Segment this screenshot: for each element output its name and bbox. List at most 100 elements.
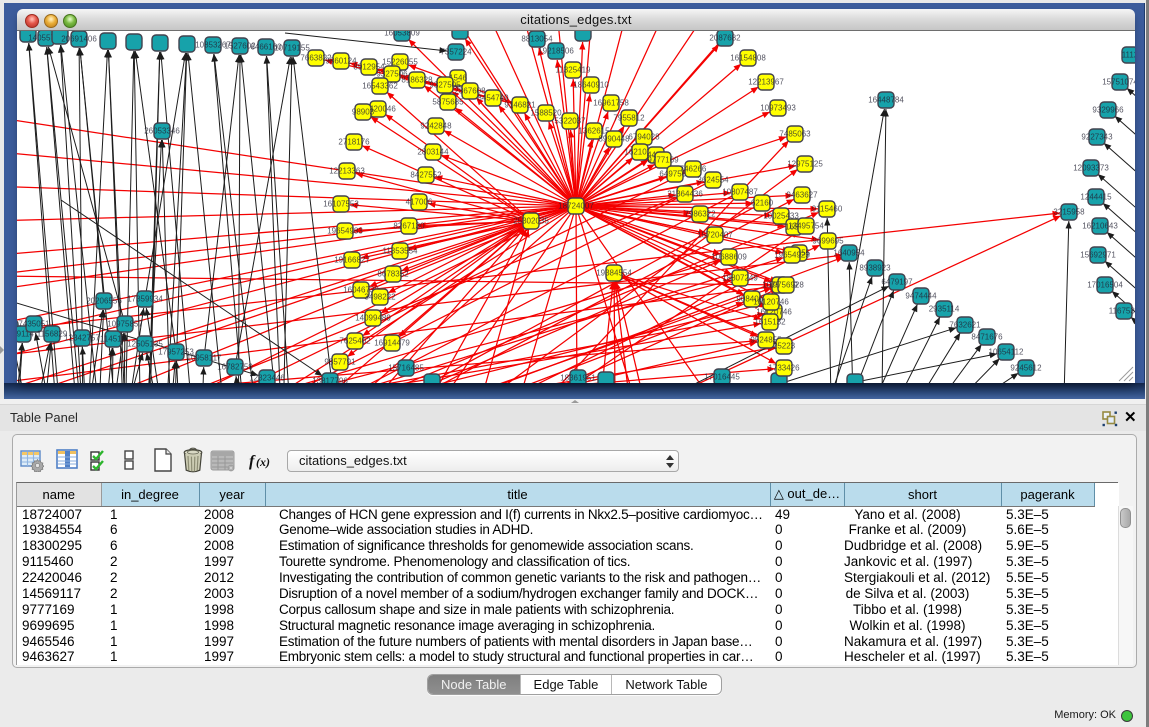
svg-text:5322037: 5322037 bbox=[554, 117, 586, 126]
svg-text:2087682: 2087682 bbox=[709, 34, 741, 43]
svg-text:9227343: 9227343 bbox=[1081, 133, 1113, 142]
svg-text:12213363: 12213363 bbox=[329, 167, 365, 176]
svg-text:7986322: 7986322 bbox=[684, 210, 716, 219]
svg-text:7485063: 7485063 bbox=[779, 130, 811, 139]
svg-text:15226055: 15226055 bbox=[382, 58, 418, 67]
svg-text:9860124: 9860124 bbox=[325, 57, 357, 66]
svg-text:21364436: 21364436 bbox=[667, 190, 703, 199]
svg-text:19756928: 19756928 bbox=[768, 281, 804, 290]
svg-text:9699695: 9699695 bbox=[812, 237, 844, 246]
svg-text:8427552: 8427552 bbox=[410, 171, 442, 180]
svg-text:8938923: 8938923 bbox=[859, 264, 891, 273]
svg-text:20691406: 20691406 bbox=[61, 35, 97, 44]
svg-text:13495754: 13495754 bbox=[788, 222, 824, 231]
svg-text:16961758: 16961758 bbox=[593, 99, 629, 108]
svg-text:2803144: 2803144 bbox=[417, 148, 449, 157]
svg-text:16448784: 16448784 bbox=[868, 96, 904, 105]
svg-text:1156829: 1156829 bbox=[37, 330, 68, 339]
svg-text:12342757: 12342757 bbox=[64, 334, 100, 343]
svg-text:1640954: 1640954 bbox=[833, 249, 865, 258]
svg-text:8813054: 8813054 bbox=[521, 35, 553, 44]
svg-text:10654112: 10654112 bbox=[989, 348, 1025, 357]
svg-text:15720407: 15720407 bbox=[697, 231, 733, 240]
svg-text:16914479: 16914479 bbox=[374, 339, 410, 348]
svg-text:16210643: 16210643 bbox=[1082, 222, 1118, 231]
svg-text:20206556: 20206556 bbox=[86, 297, 122, 306]
svg-text:16782759: 16782759 bbox=[217, 363, 253, 372]
svg-text:3624554: 3624554 bbox=[697, 176, 729, 185]
svg-text:9329966: 9329966 bbox=[1092, 106, 1124, 115]
svg-text:7625402: 7625402 bbox=[339, 337, 371, 346]
svg-text:417006: 417006 bbox=[406, 198, 433, 207]
svg-text:18724007: 18724007 bbox=[558, 202, 594, 211]
svg-text:114519: 114519 bbox=[100, 335, 127, 344]
svg-text:8990448: 8990448 bbox=[598, 135, 630, 144]
svg-text:9777169: 9777169 bbox=[647, 156, 679, 165]
svg-text:1112: 1112 bbox=[1122, 51, 1135, 60]
svg-text:18807249: 18807249 bbox=[722, 274, 758, 283]
svg-text:15751074: 15751074 bbox=[1102, 78, 1135, 87]
svg-text:10719155: 10719155 bbox=[274, 44, 310, 53]
svg-text:3498222: 3498222 bbox=[364, 293, 396, 302]
svg-text:11325419: 11325419 bbox=[556, 66, 592, 75]
svg-text:7632621: 7632621 bbox=[949, 321, 981, 330]
svg-text:1244415: 1244415 bbox=[1080, 193, 1112, 202]
svg-text:62160: 62160 bbox=[751, 199, 774, 208]
svg-text:9857791: 9857791 bbox=[324, 358, 356, 367]
svg-text:19384554: 19384554 bbox=[596, 269, 632, 278]
svg-text:7955812: 7955812 bbox=[613, 114, 645, 123]
svg-text:9474444: 9474444 bbox=[905, 292, 937, 301]
svg-text:2935114: 2935114 bbox=[929, 305, 960, 314]
svg-text:10973493: 10973493 bbox=[760, 104, 796, 113]
svg-text:26053346: 26053346 bbox=[144, 127, 180, 136]
svg-text:5875685: 5875685 bbox=[432, 98, 464, 107]
svg-text:17016504: 17016504 bbox=[1087, 281, 1123, 290]
svg-text:1167533: 1167533 bbox=[1109, 307, 1135, 316]
svg-text:2718176: 2718176 bbox=[338, 138, 370, 147]
svg-text:19654923: 19654923 bbox=[774, 251, 810, 260]
svg-text:14099489: 14099489 bbox=[355, 314, 391, 323]
svg-text:12093373: 12093373 bbox=[1073, 164, 1109, 173]
svg-text:15716485: 15716485 bbox=[388, 364, 424, 373]
svg-text:f: f bbox=[249, 453, 256, 470]
svg-text:16543362: 16543362 bbox=[362, 82, 398, 91]
svg-text:11353554: 11353554 bbox=[383, 247, 419, 256]
svg-text:10807487: 10807487 bbox=[722, 188, 758, 197]
svg-text:16107553: 16107553 bbox=[323, 200, 359, 209]
svg-text:12213967: 12213967 bbox=[748, 78, 784, 87]
svg-text:16154808: 16154808 bbox=[730, 54, 766, 63]
svg-text:8267130: 8267130 bbox=[393, 222, 425, 231]
svg-text:15692971: 15692971 bbox=[1080, 251, 1116, 260]
svg-text:(x): (x) bbox=[256, 455, 270, 469]
svg-text:16053809: 16053809 bbox=[384, 31, 420, 38]
svg-text:8678352: 8678352 bbox=[377, 270, 409, 279]
svg-text:1733426: 1733426 bbox=[768, 364, 800, 373]
svg-text:9463627: 9463627 bbox=[786, 191, 818, 200]
svg-text:9245612: 9245612 bbox=[1010, 364, 1042, 373]
svg-text:10958117: 10958117 bbox=[187, 354, 223, 363]
svg-text:6794028: 6794028 bbox=[628, 133, 660, 142]
svg-text:6479197: 6479197 bbox=[881, 278, 913, 287]
svg-text:746266: 746266 bbox=[680, 165, 707, 174]
svg-text:12975125: 12975125 bbox=[787, 160, 823, 169]
svg-text:3215958: 3215958 bbox=[1053, 208, 1085, 217]
svg-text:8471676: 8471676 bbox=[971, 333, 1003, 342]
svg-text:19166827: 19166827 bbox=[334, 256, 370, 265]
svg-text:98903: 98903 bbox=[352, 108, 375, 117]
svg-text:7357224: 7357224 bbox=[440, 48, 472, 57]
svg-text:13817796: 13817796 bbox=[312, 377, 348, 383]
svg-text:25223: 25223 bbox=[773, 342, 796, 351]
svg-text:25302035: 25302035 bbox=[513, 217, 549, 226]
svg-text:19654983: 19654983 bbox=[327, 227, 363, 236]
svg-text:17359934: 17359934 bbox=[127, 295, 163, 304]
svg-text:19218506: 19218506 bbox=[538, 47, 574, 56]
svg-text:12323446: 12323446 bbox=[249, 374, 285, 383]
svg-text:10975857: 10975857 bbox=[107, 320, 143, 329]
svg-text:18361951: 18361951 bbox=[560, 374, 596, 383]
svg-text:1615132: 1615132 bbox=[754, 318, 786, 327]
svg-text:16120746: 16120746 bbox=[753, 298, 789, 307]
svg-text:17016445: 17016445 bbox=[704, 373, 740, 382]
svg-text:9242848: 9242848 bbox=[420, 122, 452, 131]
svg-text:18640910: 18640910 bbox=[573, 81, 609, 90]
svg-text:9115460: 9115460 bbox=[812, 205, 843, 214]
